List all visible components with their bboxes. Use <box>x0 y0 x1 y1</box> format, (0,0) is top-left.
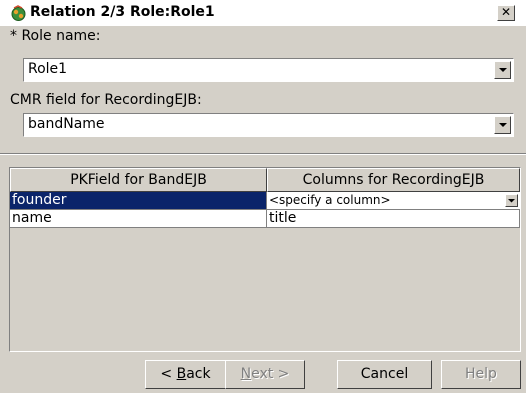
cancel-button[interactable]: Cancel <box>337 360 432 389</box>
chevron-down-icon <box>499 123 507 127</box>
separator <box>0 153 526 155</box>
cmr-field-label: CMR field for RecordingEJB: <box>10 92 202 108</box>
table-cell-pkfield[interactable]: founder <box>10 192 267 210</box>
back-button-mnemonic: B <box>176 366 187 382</box>
column-select-value: <specify a column> <box>269 193 391 207</box>
role-name-dropdown-button[interactable] <box>494 61 511 79</box>
next-button-mnemonic: N <box>240 366 252 382</box>
column-header-pkfield[interactable]: PKField for BandEJB <box>10 168 267 192</box>
cmr-field-combo[interactable]: bandName <box>23 113 514 137</box>
title-bar: Relation 2/3 Role:Role1 ✕ <box>0 0 526 26</box>
column-header-columns[interactable]: Columns for RecordingEJB <box>267 168 520 192</box>
window-title: Relation 2/3 Role:Role1 <box>30 4 215 20</box>
table-cell-column[interactable]: title <box>267 210 520 228</box>
role-name-label: * Role name: <box>10 28 101 44</box>
field-mapping-table: PKField for BandEJB Columns for Recordin… <box>9 167 521 352</box>
relation-icon <box>11 5 26 21</box>
back-button[interactable]: < Back <box>145 360 226 389</box>
chevron-down-icon <box>508 199 515 203</box>
cmr-field-dropdown-button[interactable] <box>494 116 511 134</box>
close-button[interactable]: ✕ <box>497 5 515 21</box>
column-select-dropdown-button[interactable] <box>505 194 518 207</box>
role-name-value: Role1 <box>28 61 68 77</box>
chevron-down-icon <box>499 68 507 72</box>
table-cell-pkfield[interactable]: name <box>10 210 267 228</box>
next-button[interactable]: Next > <box>225 360 305 389</box>
relation-dialog: Relation 2/3 Role:Role1 ✕ * Role name: R… <box>0 0 526 393</box>
back-button-label: ack <box>186 366 211 382</box>
close-icon: ✕ <box>500 5 512 19</box>
role-name-combo[interactable]: Role1 <box>23 58 514 82</box>
back-button-prefix: < <box>160 366 177 382</box>
help-button[interactable]: Help <box>441 360 521 389</box>
cmr-field-value: bandName <box>28 116 105 132</box>
next-button-label: ext > <box>251 366 290 382</box>
column-select-combo[interactable]: <specify a column> <box>267 192 520 210</box>
